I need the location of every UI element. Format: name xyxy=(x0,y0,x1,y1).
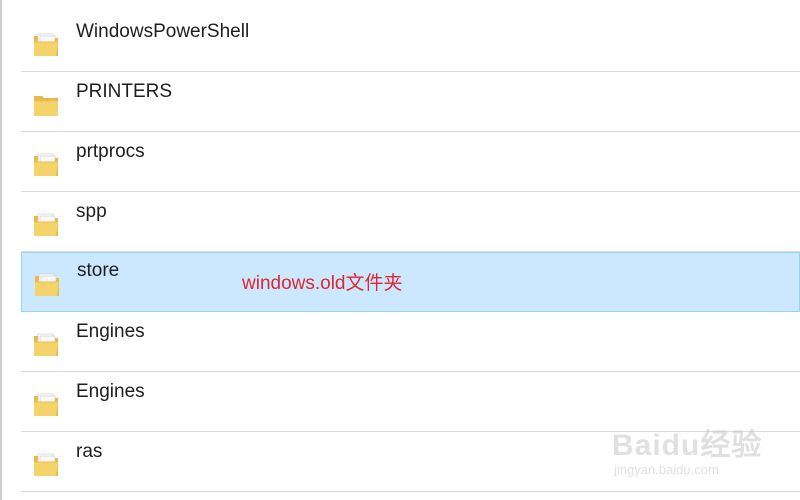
watermark-url: jingyan.baidu.com xyxy=(614,462,719,477)
folder-row-prtprocs[interactable]: prtprocs xyxy=(21,133,800,192)
folder-name: store xyxy=(77,260,120,281)
folder-name: PRINTERS xyxy=(76,81,173,102)
folder-name: Engines xyxy=(76,381,145,402)
folder-row-store[interactable]: store xyxy=(21,252,800,312)
folder-with-pages-icon xyxy=(34,33,58,56)
pane-divider xyxy=(0,0,2,500)
folder-with-pages-icon xyxy=(34,153,58,176)
folder-with-pages-icon xyxy=(34,213,58,236)
folder-with-pages-icon xyxy=(34,453,58,476)
folder-with-pages-icon xyxy=(34,333,58,356)
folder-name: ras xyxy=(76,441,103,462)
folder-name: WindowsPowerShell xyxy=(76,21,250,42)
folder-name: prtprocs xyxy=(76,141,145,162)
baidu-jingyan-watermark: Baidu经验 jingyan.baidu.com xyxy=(612,414,762,484)
folder-row-engines[interactable]: Engines xyxy=(21,313,800,372)
folder-row-printers[interactable]: PRINTERS xyxy=(21,73,800,132)
annotation-text: windows.old文件夹 xyxy=(242,273,403,294)
folder-icon xyxy=(34,96,58,116)
folder-with-pages-icon xyxy=(35,273,59,296)
folder-name: spp xyxy=(76,201,107,222)
file-explorer-list-view: WindowsPowerShell PRINTERS prtprocs spp … xyxy=(0,0,800,500)
folder-name: Engines xyxy=(76,321,145,342)
folder-row-windowspowershell[interactable]: WindowsPowerShell xyxy=(21,13,800,72)
folder-row-spp[interactable]: spp xyxy=(21,193,800,252)
folder-with-pages-icon xyxy=(34,393,58,416)
watermark-brand: Baidu经验 xyxy=(612,429,763,462)
